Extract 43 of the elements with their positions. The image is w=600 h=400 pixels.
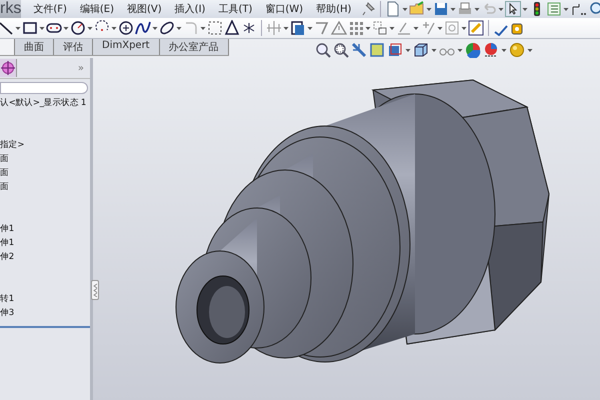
crosshair-icon (1, 61, 15, 75)
move-entities-icon[interactable] (372, 20, 388, 36)
tree-item[interactable]: 伸2 (0, 250, 14, 264)
tree-item[interactable]: 面 (0, 152, 9, 166)
panel-tab[interactable] (0, 59, 17, 77)
menu-item[interactable]: 工具(T) (212, 2, 260, 16)
menu-item[interactable]: 窗口(W) (259, 2, 310, 16)
tab[interactable]: 办公室产品 (160, 39, 229, 55)
tree-item[interactable]: 面 (0, 180, 9, 194)
chevrons-icon (92, 283, 98, 297)
menu-item[interactable]: 插入(I) (168, 2, 212, 16)
menu-item[interactable]: 帮助(H) (310, 2, 358, 16)
zoom-area-icon[interactable] (332, 42, 349, 58)
circle-icon[interactable] (70, 20, 86, 36)
filter-field[interactable] (0, 82, 88, 94)
asterisk-icon[interactable] (241, 20, 257, 36)
menu-item[interactable]: 文件(F) (27, 2, 74, 16)
offset-icon[interactable] (290, 20, 306, 36)
tree-item[interactable]: 转1 (0, 292, 14, 306)
collapse-handle[interactable] (91, 280, 99, 300)
menu-item[interactable]: 编辑(E) (74, 2, 122, 16)
warning-icon[interactable] (331, 20, 347, 36)
pointer-icon[interactable] (505, 1, 522, 17)
line-icon[interactable] (0, 20, 14, 36)
tree-item[interactable]: 伸1 (0, 236, 14, 250)
view-orientation-icon[interactable] (386, 42, 403, 58)
tree-item[interactable]: 指定> (0, 138, 24, 152)
zoom-fit-icon[interactable] (314, 42, 331, 58)
tree-item[interactable]: 面 (0, 166, 9, 180)
expand-button[interactable]: » (78, 62, 90, 74)
ellipse-icon[interactable] (159, 20, 175, 36)
tree-item[interactable]: 伸1 (0, 222, 14, 236)
grid-pattern-icon[interactable] (348, 20, 364, 36)
display-style-icon[interactable] (412, 42, 429, 58)
list-icon[interactable] (546, 1, 562, 17)
app-logo: rks (0, 0, 22, 18)
tree-item[interactable]: 认<默认>_显示状态 1 (0, 96, 86, 110)
pushpin-icon[interactable] (360, 1, 376, 17)
tree-item[interactable]: 伸3 (0, 306, 14, 320)
menu-item[interactable]: 视图(V) (121, 2, 169, 16)
rectangle-icon[interactable] (22, 20, 38, 36)
spline-icon[interactable] (135, 20, 151, 36)
save-icon[interactable] (433, 1, 450, 17)
